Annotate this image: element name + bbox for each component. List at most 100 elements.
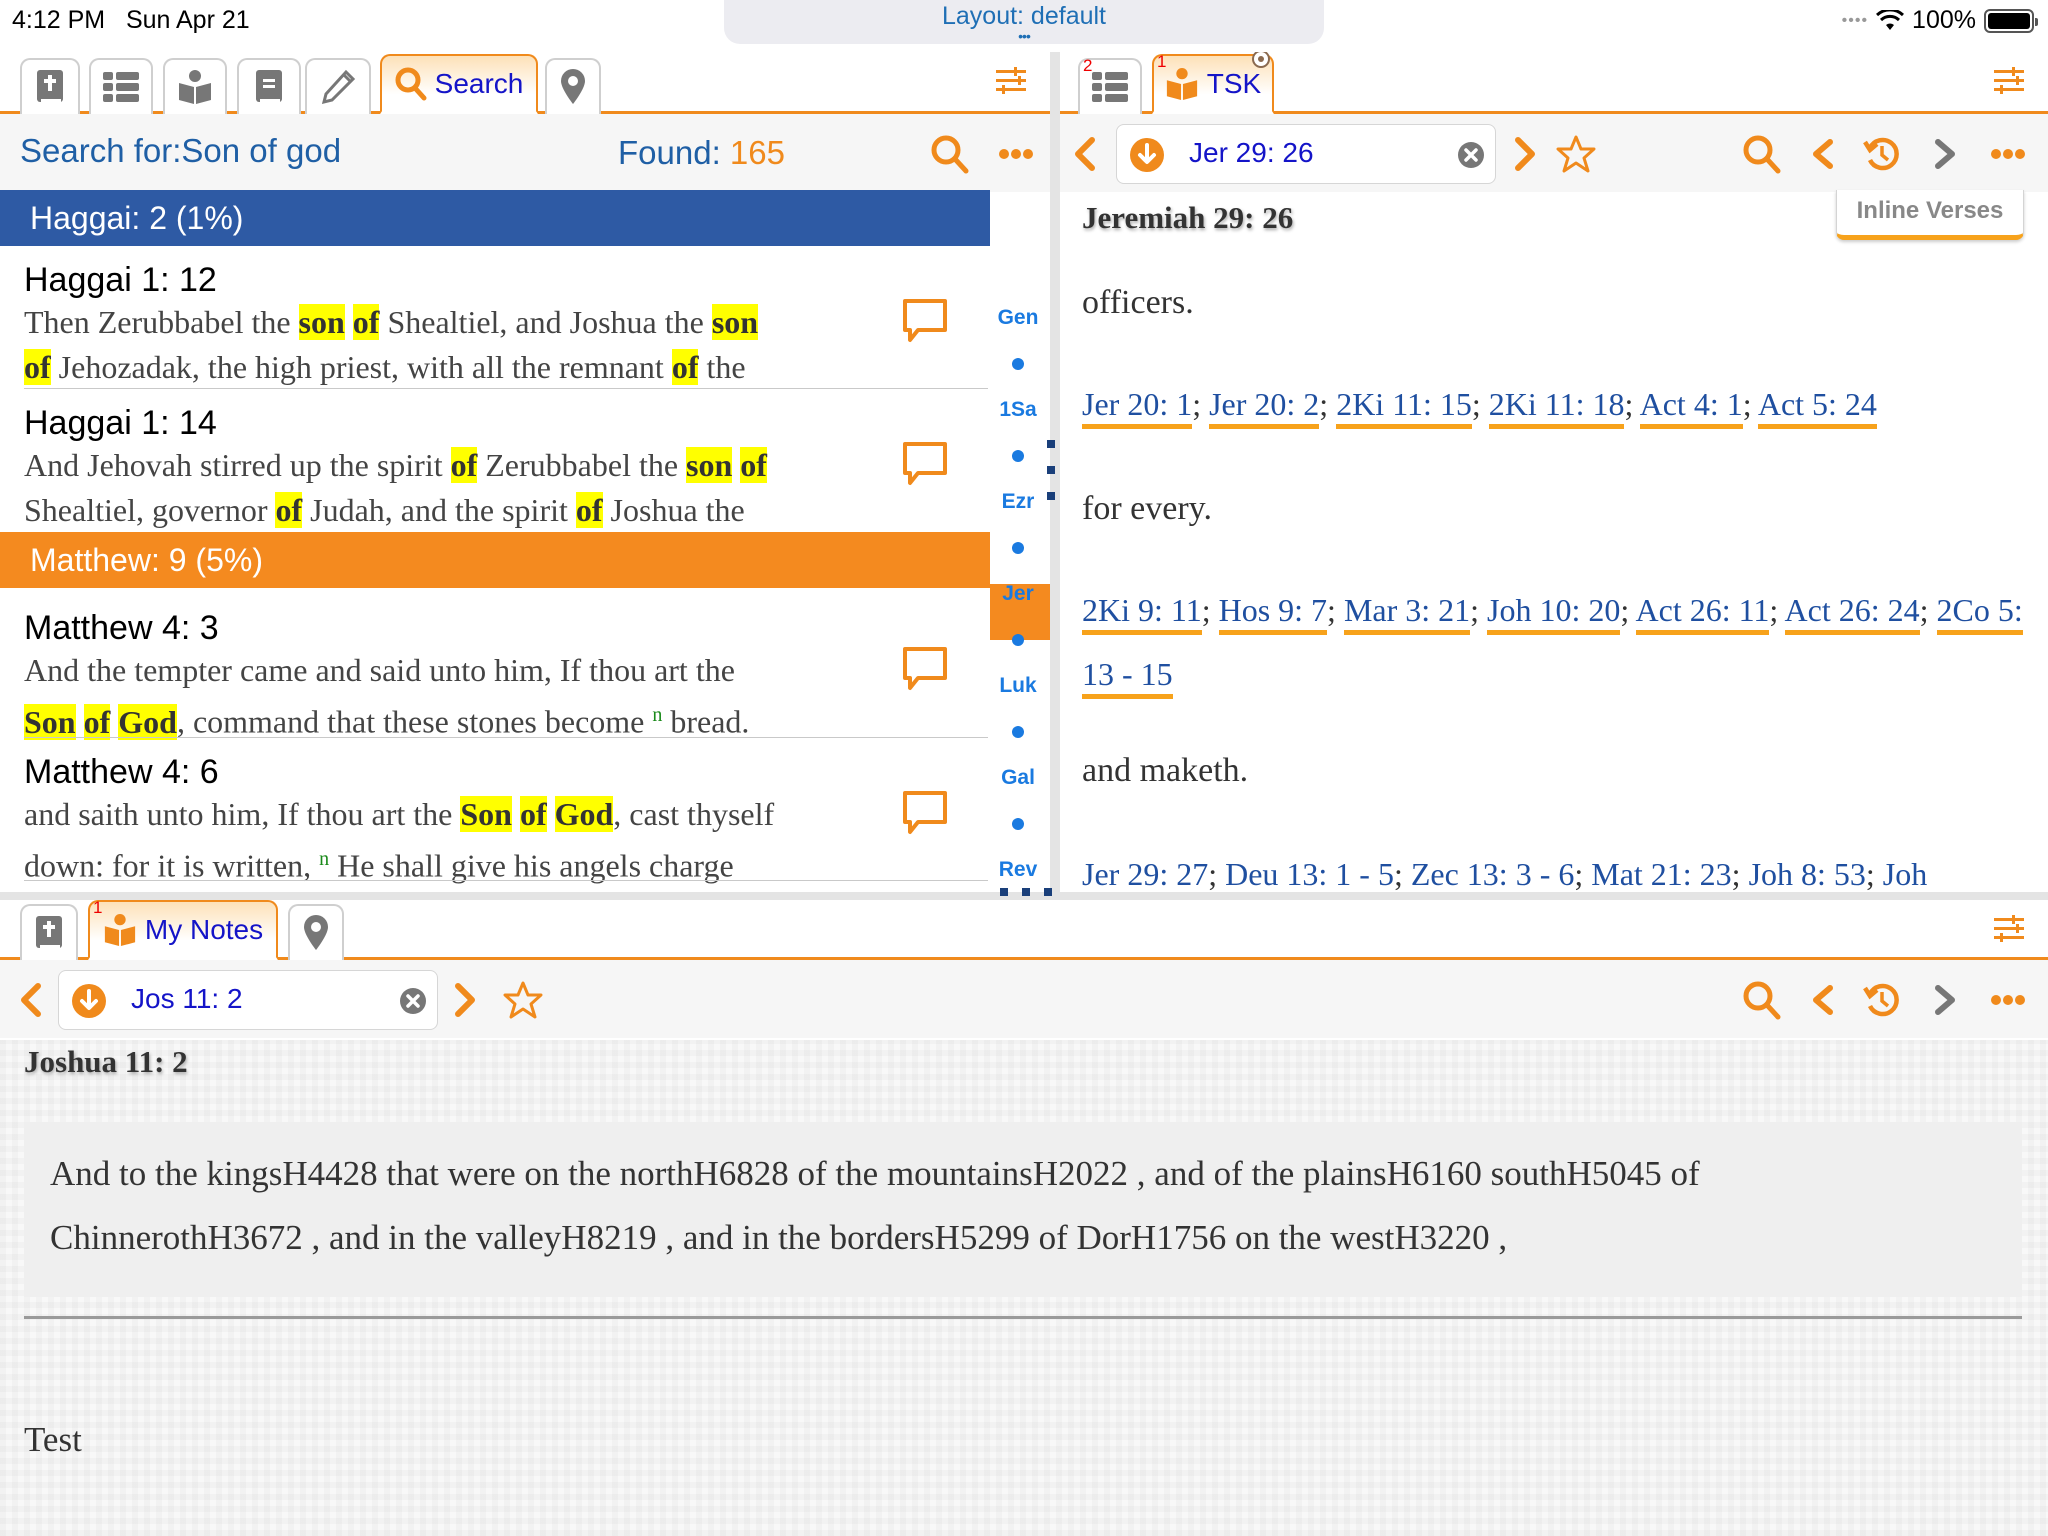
tab-notes-edit[interactable] — [305, 58, 371, 114]
cross-reference-link[interactable]: Joh 10: 20 — [1487, 592, 1621, 635]
tab-bible[interactable] — [20, 58, 80, 114]
tab-search[interactable]: Search — [380, 54, 538, 114]
cross-reference-link[interactable]: Act 4: 1 — [1639, 386, 1743, 429]
reference-field[interactable]: Jos 11: 2 — [58, 970, 438, 1030]
tab-list[interactable] — [89, 58, 153, 114]
book-index-dot — [1012, 634, 1024, 646]
footnote-marker[interactable]: n — [319, 848, 329, 870]
separator: ; — [1319, 386, 1337, 422]
tab-my-notes[interactable]: 1 My Notes — [88, 900, 278, 960]
search-icon[interactable] — [930, 134, 970, 174]
clear-icon[interactable] — [399, 987, 427, 1015]
battery-icon — [1984, 8, 2038, 33]
history-back-icon[interactable] — [1808, 134, 1836, 174]
chevron-right-icon[interactable] — [452, 980, 480, 1020]
cross-reference-link[interactable]: Jer 29: 27 — [1082, 856, 1209, 892]
download-circle-icon[interactable] — [1129, 137, 1165, 173]
result-group-header[interactable]: Matthew: 9 (5%) — [0, 532, 990, 588]
separator: ; — [1201, 592, 1219, 628]
notes-pane-tabs: 1 My Notes — [0, 900, 2048, 960]
chevron-left-icon[interactable] — [1070, 134, 1098, 174]
pane-settings-icon[interactable] — [1992, 914, 2026, 944]
book-index-item[interactable]: Jer — [990, 582, 1046, 606]
cross-reference-link[interactable]: Hos 9: 7 — [1218, 592, 1328, 635]
search-toolbar: Search for:Son of god Found: 165 — [0, 114, 1050, 192]
cross-reference-link[interactable]: Mat 21: 23 — [1591, 856, 1732, 892]
cross-reference-link[interactable]: 2Ki 11: 15 — [1336, 386, 1472, 429]
cross-reference-link[interactable]: Mar 3: 21 — [1343, 592, 1471, 635]
tab-list[interactable]: 2 — [1078, 56, 1142, 114]
search-icon[interactable] — [1742, 134, 1782, 174]
result-group-header[interactable]: Haggai: 2 (1%) — [0, 190, 990, 246]
notes-content: Joshua 11: 2 And to the kingsH4428 that … — [0, 1040, 2048, 1536]
pinned-icon[interactable] — [1252, 52, 1270, 68]
cross-reference-link[interactable]: Act 26: 24 — [1784, 592, 1920, 635]
vertical-resize-handle[interactable] — [1047, 440, 1055, 500]
search-icon[interactable] — [1742, 980, 1782, 1020]
more-icon[interactable] — [1990, 980, 2026, 1020]
bookmark-star-icon[interactable] — [1556, 134, 1596, 174]
footnote-marker[interactable]: n — [652, 704, 662, 726]
history-icon[interactable] — [1862, 134, 1902, 174]
book-index-item[interactable]: Luk — [990, 674, 1046, 698]
result-item[interactable]: Matthew 4: 3 And the tempter came and sa… — [0, 588, 990, 740]
book-index-scrubber[interactable]: Gen 1Sa Ezr Jer Luk Gal Rev — [990, 190, 1050, 892]
cross-reference-link[interactable]: Jer 20: 2 — [1209, 386, 1320, 429]
cross-reference-link[interactable]: Joh — [1882, 856, 1928, 892]
comment-icon[interactable] — [900, 644, 950, 694]
search-query[interactable]: Search for:Son of god — [20, 132, 341, 170]
download-circle-icon[interactable] — [71, 983, 107, 1019]
layout-switcher[interactable]: Layout: default ••• — [724, 0, 1324, 44]
reference-field[interactable]: Jer 29: 26 — [1116, 124, 1496, 184]
history-back-icon[interactable] — [1808, 980, 1836, 1020]
result-item[interactable]: Haggai 1: 14 And Jehovah stirred up the … — [0, 389, 990, 532]
book-index-item[interactable]: Ezr — [990, 490, 1046, 514]
tab-reader[interactable] — [163, 58, 227, 114]
result-item[interactable]: Haggai 1: 12 Then Zerubbabel the son of … — [0, 246, 990, 389]
separator: ; — [1471, 386, 1489, 422]
bookmark-star-icon[interactable] — [503, 980, 543, 1020]
history-icon[interactable] — [1862, 980, 1902, 1020]
comment-icon[interactable] — [900, 439, 950, 489]
tab-map[interactable] — [288, 904, 344, 960]
result-item[interactable]: Matthew 4: 6 and saith unto him, If thou… — [0, 738, 990, 884]
note-text[interactable]: Test — [24, 1420, 82, 1460]
separator: ; — [1470, 592, 1488, 628]
cross-reference-link[interactable]: Act 5: 24 — [1757, 386, 1877, 429]
comment-icon[interactable] — [900, 296, 950, 346]
clear-icon[interactable] — [1457, 141, 1485, 169]
cross-reference-link[interactable]: Act 26: 11 — [1635, 592, 1770, 635]
cross-reference-link[interactable]: Joh 8: 53 — [1748, 856, 1866, 892]
chevron-right-icon[interactable] — [1512, 134, 1540, 174]
cross-reference-link[interactable]: 2Ki 9: 11 — [1082, 592, 1202, 635]
history-forward-icon[interactable] — [1932, 980, 1960, 1020]
cross-reference-link[interactable]: Zec 13: 3 - 6 — [1410, 856, 1575, 892]
tsk-references: 2Ki 9: 11; Hos 9: 7; Mar 3: 21; Joh 10: … — [1082, 578, 2042, 706]
status-time-date: 4:12 PM Sun Apr 21 — [12, 6, 250, 35]
book-index-item[interactable]: Rev — [990, 858, 1046, 882]
pane-settings-icon[interactable] — [994, 66, 1028, 96]
book-icon — [256, 70, 282, 103]
more-icon[interactable] — [1990, 134, 2026, 174]
book-index-item[interactable]: Gen — [990, 306, 1046, 330]
tab-book[interactable] — [237, 58, 301, 114]
search-highlight: of — [352, 304, 380, 340]
cross-reference-link[interactable]: Deu 13: 1 - 5 — [1225, 856, 1394, 892]
search-highlight: of — [671, 349, 699, 385]
comment-icon[interactable] — [900, 788, 950, 838]
tab-bible[interactable] — [20, 904, 78, 960]
horizontal-resize-handle[interactable] — [1000, 888, 1052, 896]
separator: ; — [1208, 856, 1226, 892]
history-forward-icon[interactable] — [1932, 134, 1960, 174]
more-icon[interactable] — [998, 134, 1034, 174]
cross-reference-link[interactable]: 2Ki 11: 18 — [1488, 386, 1625, 429]
book-index-item[interactable]: Gal — [990, 766, 1046, 790]
tab-tsk[interactable]: 1 TSK — [1152, 52, 1274, 114]
chevron-left-icon[interactable] — [16, 980, 44, 1020]
book-index-item[interactable]: 1Sa — [990, 398, 1046, 422]
inline-verses-button[interactable]: Inline Verses — [1836, 190, 2024, 240]
search-highlight: God — [118, 703, 177, 740]
tab-map[interactable] — [545, 58, 601, 114]
cross-reference-link[interactable]: Jer 20: 1 — [1082, 386, 1193, 429]
pane-settings-icon[interactable] — [1992, 66, 2026, 96]
